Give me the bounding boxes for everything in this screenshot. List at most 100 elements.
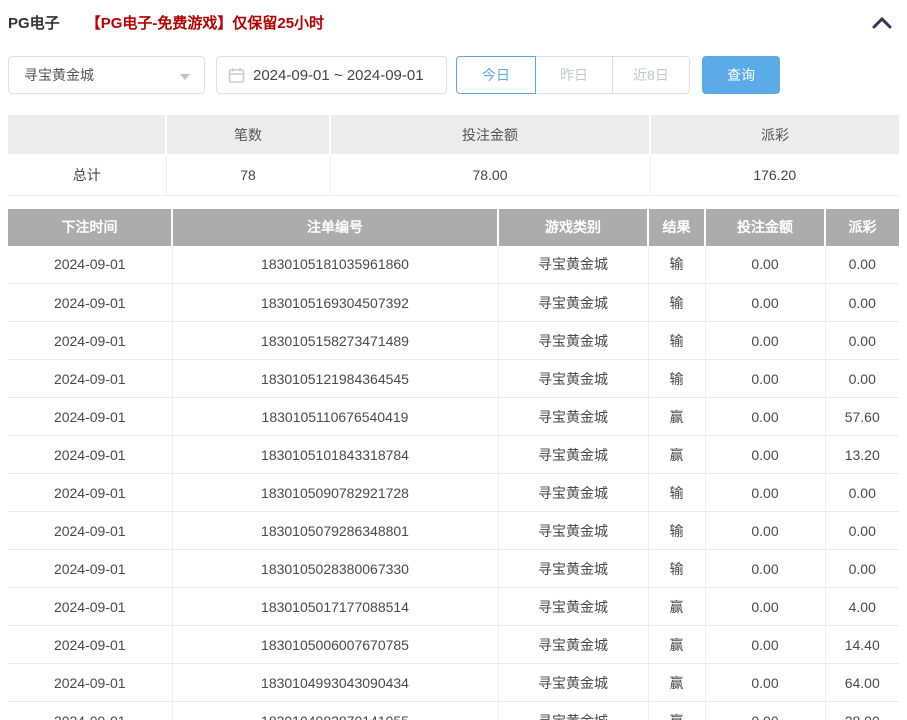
date-range-input[interactable]: 2024-09-01 ~ 2024-09-01 — [216, 56, 447, 94]
table-cell: 2024-09-01 — [8, 664, 172, 702]
table-cell: 0.00 — [705, 550, 825, 588]
table-cell: 赢 — [648, 626, 705, 664]
table-cell: 寻宝黄金城 — [498, 474, 648, 512]
table-cell: 0.00 — [705, 664, 825, 702]
table-cell: 赢 — [648, 702, 705, 720]
table-cell: 0.00 — [825, 360, 899, 398]
date-range-value: 2024-09-01 ~ 2024-09-01 — [253, 67, 424, 84]
query-button[interactable]: 查询 — [702, 56, 780, 94]
table-cell: 1830105101843318784 — [172, 436, 498, 474]
col-header-bet-time: 下注时间 — [8, 209, 172, 246]
table-cell: 0.00 — [705, 626, 825, 664]
table-row: 2024-09-011830105028380067330寻宝黄金城输0.000… — [8, 550, 899, 588]
table-cell: 1830105006007670785 — [172, 626, 498, 664]
summary-total-row: 总计 78 78.00 176.20 — [8, 155, 899, 195]
table-cell: 2024-09-01 — [8, 398, 172, 436]
table-cell: 1830105017177088514 — [172, 588, 498, 626]
records-header-row: 下注时间 注单编号 游戏类别 结果 投注金额 派彩 — [8, 209, 899, 246]
table-cell: 0.00 — [705, 702, 825, 720]
table-cell: 赢 — [648, 398, 705, 436]
table-cell: 0.00 — [705, 436, 825, 474]
table-cell: 1830105181035961860 — [172, 246, 498, 284]
table-cell: 2024-09-01 — [8, 626, 172, 664]
table-cell: 2024-09-01 — [8, 436, 172, 474]
table-cell: 2024-09-01 — [8, 360, 172, 398]
game-select-value: 寻宝黄金城 — [24, 65, 94, 85]
table-cell: 0.00 — [825, 512, 899, 550]
table-cell: 寻宝黄金城 — [498, 284, 648, 322]
table-cell: 0.00 — [705, 512, 825, 550]
collapse-button[interactable] — [871, 14, 893, 32]
table-cell: 寻宝黄金城 — [498, 664, 648, 702]
col-header-bet-amount: 投注金额 — [705, 209, 825, 246]
table-cell: 0.00 — [705, 588, 825, 626]
table-cell: 2024-09-01 — [8, 588, 172, 626]
col-header-result: 结果 — [648, 209, 705, 246]
table-cell: 0.00 — [825, 474, 899, 512]
today-button[interactable]: 今日 — [456, 56, 536, 94]
table-cell: 寻宝黄金城 — [498, 360, 648, 398]
table-cell: 输 — [648, 284, 705, 322]
table-row: 2024-09-011830105079286348801寻宝黄金城输0.000… — [8, 512, 899, 550]
table-cell: 0.00 — [705, 284, 825, 322]
summary-total-bet-amount: 78.00 — [330, 155, 650, 195]
table-cell: 2024-09-01 — [8, 322, 172, 360]
col-header-game-type: 游戏类别 — [498, 209, 648, 246]
table-row: 2024-09-011830105169304507392寻宝黄金城输0.000… — [8, 284, 899, 322]
table-cell: 2024-09-01 — [8, 474, 172, 512]
summary-total-payout: 176.20 — [650, 155, 899, 195]
table-cell: 寻宝黄金城 — [498, 246, 648, 284]
col-header-payout: 派彩 — [825, 209, 899, 246]
chevron-up-icon — [871, 14, 893, 32]
table-cell: 64.00 — [825, 664, 899, 702]
page: PG电子 【PG电子-免费游戏】仅保留25小时 寻宝黄金城 — [0, 0, 907, 720]
records-table: 下注时间 注单编号 游戏类别 结果 投注金额 派彩 2024-09-011830… — [8, 209, 899, 720]
page-title: PG电子 — [8, 12, 60, 33]
table-row: 2024-09-011830105110676540419寻宝黄金城赢0.005… — [8, 398, 899, 436]
table-cell: 0.00 — [825, 284, 899, 322]
table-cell: 赢 — [648, 664, 705, 702]
yesterday-button[interactable]: 昨日 — [535, 56, 613, 94]
notice-text: 【PG电子-免费游戏】仅保留25小时 — [86, 12, 324, 33]
summary-col-bet-amount: 投注金额 — [330, 115, 650, 155]
table-cell: 2024-09-01 — [8, 512, 172, 550]
table-cell: 28.00 — [825, 702, 899, 720]
table-cell: 0.00 — [825, 246, 899, 284]
table-cell: 1830105169304507392 — [172, 284, 498, 322]
table-cell: 14.40 — [825, 626, 899, 664]
table-cell: 0.00 — [825, 550, 899, 588]
summary-table: 笔数 投注金额 派彩 总计 78 78.00 176.20 — [8, 115, 899, 196]
table-row: 2024-09-011830105121984364545寻宝黄金城输0.000… — [8, 360, 899, 398]
topbar: PG电子 【PG电子-免费游戏】仅保留25小时 — [8, 0, 899, 33]
table-cell: 输 — [648, 360, 705, 398]
table-cell: 寻宝黄金城 — [498, 702, 648, 720]
table-cell: 1830105158273471489 — [172, 322, 498, 360]
game-select[interactable]: 寻宝黄金城 — [8, 56, 205, 94]
last-8-days-button[interactable]: 近8日 — [612, 56, 690, 94]
table-cell: 13.20 — [825, 436, 899, 474]
table-cell: 2024-09-01 — [8, 246, 172, 284]
table-cell: 0.00 — [705, 398, 825, 436]
table-cell: 寻宝黄金城 — [498, 322, 648, 360]
table-cell: 输 — [648, 512, 705, 550]
table-row: 2024-09-011830105181035961860寻宝黄金城输0.000… — [8, 246, 899, 284]
table-cell: 1830105079286348801 — [172, 512, 498, 550]
calendar-icon — [228, 67, 245, 84]
col-header-order-id: 注单编号 — [172, 209, 498, 246]
table-cell: 寻宝黄金城 — [498, 512, 648, 550]
summary-col-payout: 派彩 — [650, 115, 899, 155]
table-cell: 1830104983870141955 — [172, 702, 498, 720]
filter-bar: 寻宝黄金城 2024-09-01 ~ 2024-09-01 今日 昨日 近8日 … — [8, 56, 899, 94]
table-cell: 输 — [648, 550, 705, 588]
table-cell: 赢 — [648, 588, 705, 626]
table-row: 2024-09-011830104983870141955寻宝黄金城赢0.002… — [8, 702, 899, 720]
table-cell: 2024-09-01 — [8, 284, 172, 322]
summary-total-label: 总计 — [8, 155, 166, 195]
summary-header-row: 笔数 投注金额 派彩 — [8, 115, 899, 155]
table-cell: 0.00 — [705, 360, 825, 398]
table-cell: 0.00 — [705, 246, 825, 284]
table-cell: 1830105028380067330 — [172, 550, 498, 588]
caret-down-icon — [180, 74, 190, 80]
quick-date-group: 今日 昨日 近8日 — [456, 56, 690, 94]
table-cell: 输 — [648, 246, 705, 284]
